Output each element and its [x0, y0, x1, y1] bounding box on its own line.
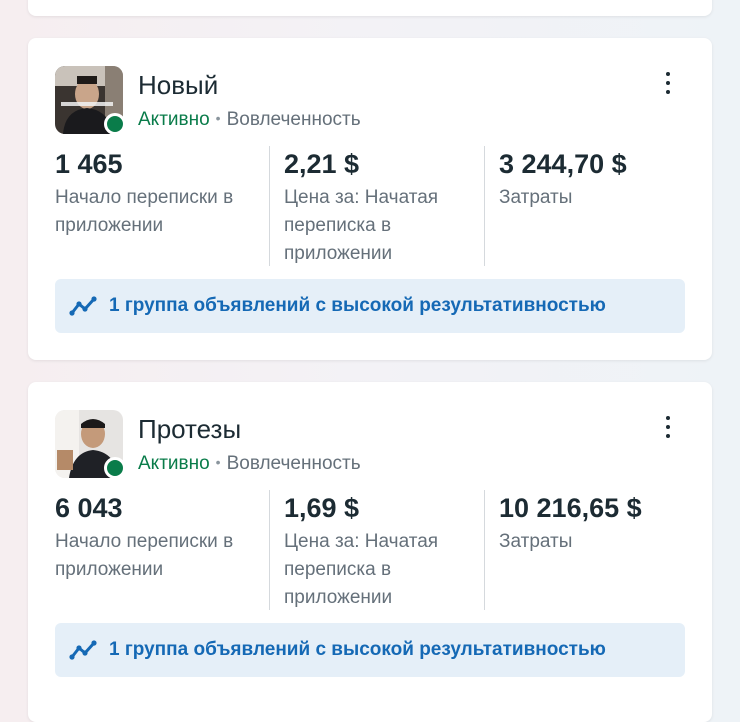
status-indicator-dot	[104, 457, 126, 479]
campaign-status-line: Активно • Вовлеченность	[138, 453, 361, 475]
campaign-title[interactable]: Протезы	[138, 414, 241, 445]
status-indicator-dot	[104, 113, 126, 135]
campaign-card-previous	[28, 0, 712, 16]
campaign-status: Активно	[138, 453, 210, 474]
metric-value: 1,69 $	[284, 493, 360, 523]
banner-text: 1 группа объявлений с высокой результати…	[109, 295, 606, 316]
campaign-status-line: Активно • Вовлеченность	[138, 109, 361, 131]
campaign-card[interactable]: Новый Активно • Вовлеченность 1 465 Начало…	[28, 38, 712, 360]
metric-label: Цена за: Начатая переписка в приложении	[284, 531, 439, 608]
metric-value: 3 244,70 $	[499, 149, 627, 179]
dot	[666, 425, 670, 429]
metric-spend: 10 216,65 $ Затраты	[484, 490, 697, 610]
separator-dot: •	[215, 110, 221, 126]
trend-up-icon	[69, 638, 97, 662]
metric-value: 2,21 $	[284, 149, 360, 179]
dot	[666, 90, 670, 94]
trend-up-icon	[69, 294, 97, 318]
metric-results: 6 043 Начало переписки в приложении	[55, 490, 253, 584]
metric-label: Начало переписки в приложении	[55, 531, 234, 580]
dot	[666, 416, 670, 420]
metric-cost-per-result: 1,69 $ Цена за: Начатая переписка в прил…	[269, 490, 482, 610]
campaign-card[interactable]: Протезы Активно • Вовлеченность 6 043 Нача…	[28, 382, 712, 722]
dot	[666, 434, 670, 438]
metric-spend: 3 244,70 $ Затраты	[484, 146, 697, 266]
campaign-objective: Вовлеченность	[226, 453, 361, 474]
more-options-button[interactable]	[656, 70, 680, 96]
metric-label: Затраты	[499, 187, 573, 208]
campaign-status: Активно	[138, 109, 210, 130]
separator-dot: •	[215, 454, 221, 470]
banner-text: 1 группа объявлений с высокой результати…	[109, 639, 606, 660]
metric-label: Цена за: Начатая переписка в приложении	[284, 187, 439, 264]
metric-results: 1 465 Начало переписки в приложении	[55, 146, 253, 240]
campaign-title[interactable]: Новый	[138, 70, 218, 101]
metric-cost-per-result: 2,21 $ Цена за: Начатая переписка в прил…	[269, 146, 482, 266]
dot	[666, 72, 670, 76]
more-options-button[interactable]	[656, 414, 680, 440]
metric-label: Затраты	[499, 531, 573, 552]
metric-label: Начало переписки в приложении	[55, 187, 234, 236]
metric-value: 10 216,65 $	[499, 493, 642, 523]
metric-value: 6 043	[55, 493, 123, 523]
metric-value: 1 465	[55, 149, 123, 179]
dot	[666, 81, 670, 85]
high-performance-banner[interactable]: 1 группа объявлений с высокой результати…	[55, 279, 685, 333]
high-performance-banner[interactable]: 1 группа объявлений с высокой результати…	[55, 623, 685, 677]
campaign-objective: Вовлеченность	[226, 109, 361, 130]
